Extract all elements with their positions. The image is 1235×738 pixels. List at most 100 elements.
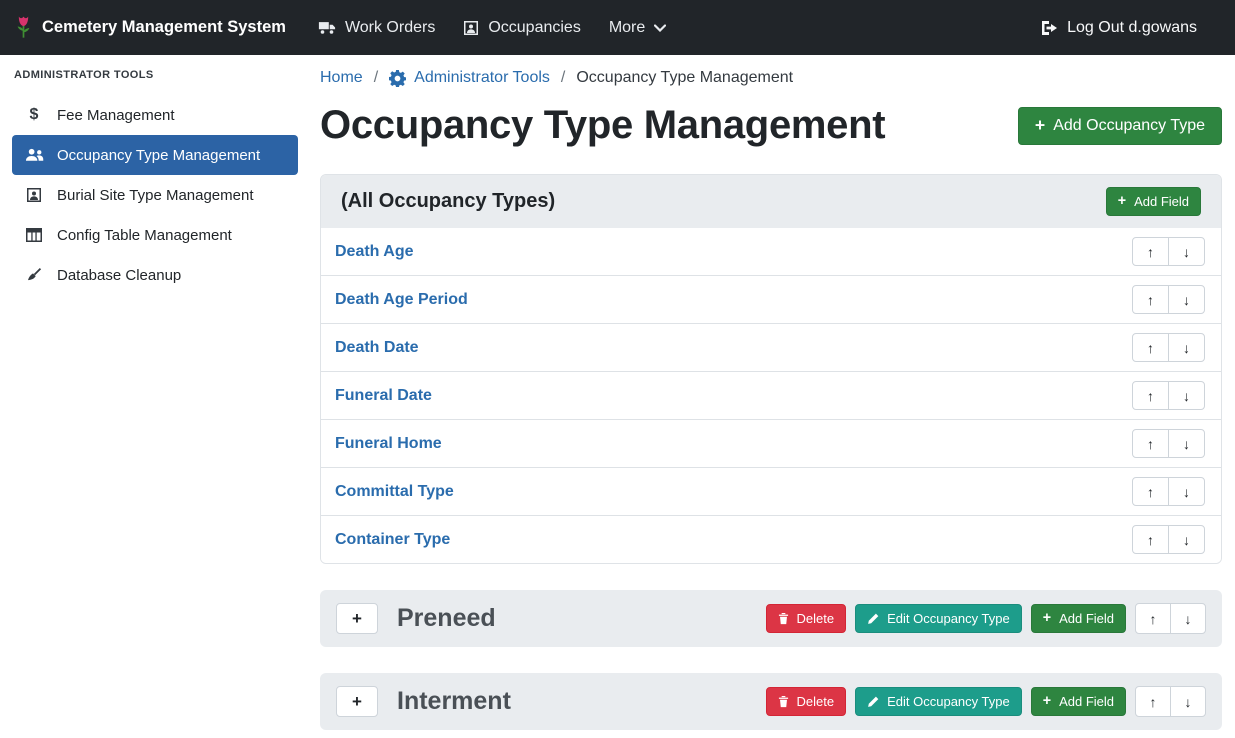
app-title: Cemetery Management System [42, 18, 286, 37]
sidebar-item-label: Burial Site Type Management [57, 187, 254, 204]
move-up-button[interactable]: ↑ [1132, 285, 1169, 314]
expand-section-button[interactable]: + [336, 686, 378, 717]
expand-section-button[interactable]: + [336, 603, 378, 634]
logout-button[interactable]: Log Out d.gowans [1026, 11, 1211, 45]
nav-more-label: More [609, 19, 645, 37]
sidebar-item-label: Fee Management [57, 107, 175, 124]
sidebar-item-occupancy-type-management[interactable]: Occupancy Type Management [12, 135, 298, 175]
add-occupancy-type-button[interactable]: + Add Occupancy Type [1018, 107, 1222, 145]
dollar-icon: $ [24, 106, 44, 124]
logout-label: Log Out d.gowans [1067, 19, 1197, 37]
broom-icon [24, 267, 44, 283]
tulip-logo-icon [14, 15, 33, 40]
field-row: Death Age ↑ ↓ [321, 228, 1221, 275]
delete-occupancy-type-button[interactable]: Delete [766, 604, 847, 633]
breadcrumb-admin-tools-label: Administrator Tools [414, 69, 550, 87]
page-title: Occupancy Type Management [320, 103, 885, 148]
edit-occupancy-type-button[interactable]: Edit Occupancy Type [855, 604, 1022, 633]
add-field-button[interactable]: + Add Field [1031, 604, 1126, 633]
edit-occupancy-type-button[interactable]: Edit Occupancy Type [855, 687, 1022, 716]
chevron-down-icon [654, 24, 666, 32]
reorder-group: ↑ ↓ [1132, 333, 1205, 362]
nav-work-orders-label: Work Orders [345, 19, 435, 37]
reorder-group: ↑ ↓ [1132, 429, 1205, 458]
trash-icon [778, 612, 789, 625]
move-down-button[interactable]: ↓ [1168, 285, 1205, 314]
edit-label: Edit Occupancy Type [887, 611, 1010, 626]
sidebar-item-burial-site-type-management[interactable]: Burial Site Type Management [12, 175, 298, 215]
field-row: Committal Type ↑ ↓ [321, 467, 1221, 515]
gear-icon [389, 70, 406, 87]
plus-icon: + [1043, 611, 1051, 625]
nav-work-orders[interactable]: Work Orders [304, 11, 449, 45]
move-up-button[interactable]: ↑ [1135, 603, 1171, 634]
table-icon [24, 228, 44, 242]
breadcrumb-admin-tools-link[interactable]: Administrator Tools [389, 69, 550, 87]
move-up-button[interactable]: ↑ [1132, 525, 1169, 554]
delete-occupancy-type-button[interactable]: Delete [766, 687, 847, 716]
add-field-label: Add Field [1059, 694, 1114, 709]
move-down-button[interactable]: ↓ [1168, 333, 1205, 362]
move-down-button[interactable]: ↓ [1168, 525, 1205, 554]
field-row: Funeral Home ↑ ↓ [321, 419, 1221, 467]
field-link[interactable]: Funeral Home [335, 435, 442, 453]
sidebar-item-config-table-management[interactable]: Config Table Management [12, 215, 298, 255]
admin-tools-sidebar: Administrator Tools $ Fee Management Occ… [0, 55, 310, 738]
all-occupancy-types-header: (All Occupancy Types) + Add Field [321, 175, 1221, 228]
sidebar-heading: Administrator Tools [14, 69, 296, 81]
breadcrumb-separator: / [561, 69, 565, 87]
sidebar-item-label: Occupancy Type Management [57, 147, 260, 164]
move-down-button[interactable]: ↓ [1170, 603, 1206, 634]
section-actions: Delete Edit Occupancy Type + Add Field ↑ [766, 603, 1206, 634]
field-row: Funeral Date ↑ ↓ [321, 371, 1221, 419]
add-field-button[interactable]: + Add Field [1106, 187, 1201, 216]
move-up-button[interactable]: ↑ [1132, 429, 1169, 458]
main-content: Home / Administrator Tools / Occupancy T… [310, 55, 1235, 738]
move-up-button[interactable]: ↑ [1132, 477, 1169, 506]
reorder-group: ↑ ↓ [1132, 285, 1205, 314]
plus-icon: + [1043, 694, 1051, 708]
move-down-button[interactable]: ↓ [1168, 237, 1205, 266]
breadcrumb-separator: / [374, 69, 378, 87]
move-down-button[interactable]: ↓ [1168, 477, 1205, 506]
sidebar-item-label: Database Cleanup [57, 267, 181, 284]
move-up-button[interactable]: ↑ [1132, 237, 1169, 266]
move-down-button[interactable]: ↓ [1168, 381, 1205, 410]
move-down-button[interactable]: ↓ [1168, 429, 1205, 458]
field-link[interactable]: Committal Type [335, 483, 454, 501]
move-up-button[interactable]: ↑ [1132, 381, 1169, 410]
users-icon [24, 148, 44, 162]
move-down-button[interactable]: ↓ [1170, 686, 1206, 717]
field-link[interactable]: Funeral Date [335, 387, 432, 405]
trash-icon [778, 695, 789, 708]
sidebar-item-fee-management[interactable]: $ Fee Management [12, 95, 298, 135]
section-title: Interment [397, 687, 511, 716]
field-row: Death Date ↑ ↓ [321, 323, 1221, 371]
occupancy-type-section-interment: + Interment Delete [320, 673, 1222, 730]
field-link[interactable]: Death Age Period [335, 291, 468, 309]
move-up-button[interactable]: ↑ [1135, 686, 1171, 717]
delete-label: Delete [797, 694, 835, 709]
breadcrumb-home-link[interactable]: Home [320, 69, 363, 87]
field-link[interactable]: Death Date [335, 339, 419, 357]
reorder-group: ↑ ↓ [1132, 381, 1205, 410]
reorder-group: ↑ ↓ [1135, 686, 1206, 717]
section-actions: Delete Edit Occupancy Type + Add Field ↑ [766, 686, 1206, 717]
all-occupancy-types-title: (All Occupancy Types) [341, 190, 555, 213]
nav-occupancies[interactable]: Occupancies [449, 11, 595, 45]
person-frame-icon [24, 187, 44, 203]
move-up-button[interactable]: ↑ [1132, 333, 1169, 362]
delete-label: Delete [797, 611, 835, 626]
reorder-group: ↑ ↓ [1132, 237, 1205, 266]
field-row: Death Age Period ↑ ↓ [321, 275, 1221, 323]
all-occupancy-types-card: (All Occupancy Types) + Add Field Death … [320, 174, 1222, 564]
work-orders-icon [318, 20, 336, 35]
field-link[interactable]: Death Age [335, 243, 414, 261]
add-field-label: Add Field [1134, 194, 1189, 209]
add-field-button[interactable]: + Add Field [1031, 687, 1126, 716]
nav-more[interactable]: More [595, 11, 680, 45]
edit-label: Edit Occupancy Type [887, 694, 1010, 709]
field-link[interactable]: Container Type [335, 531, 450, 549]
logout-icon [1040, 20, 1058, 36]
sidebar-item-database-cleanup[interactable]: Database Cleanup [12, 255, 298, 295]
